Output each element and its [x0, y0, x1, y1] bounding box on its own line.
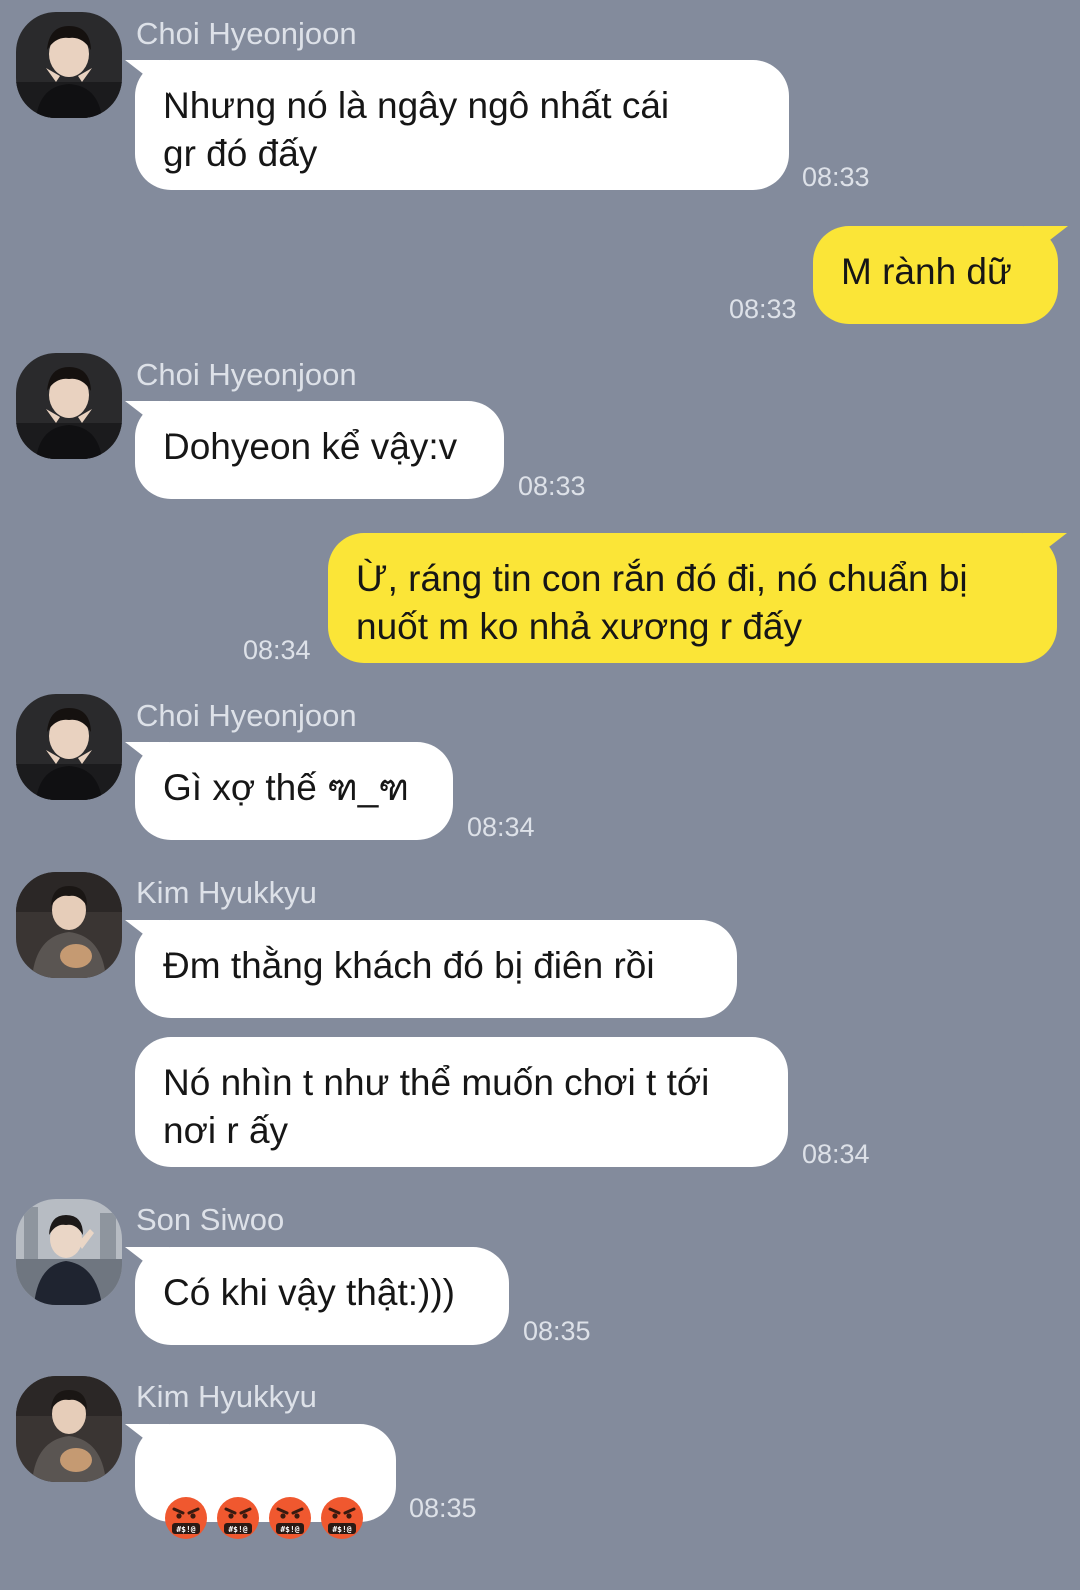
avatar-image [16, 872, 122, 978]
sender-name: Kim Hyukkyu [136, 1379, 317, 1414]
avatar-kim-hyukkyu[interactable] [16, 1376, 122, 1482]
message-bubble-emoji[interactable]: #$!@ #$!@ #$!@ #$!@ [135, 1424, 396, 1539]
svg-text:#$!@: #$!@ [332, 1525, 351, 1534]
avatar-image [16, 1199, 122, 1305]
face-with-symbols-on-mouth-icon: #$!@ [217, 1497, 259, 1539]
sender-name: Choi Hyeonjoon [136, 357, 357, 392]
avatar-choi-hyeonjoon[interactable] [16, 353, 122, 459]
message-bubble[interactable]: Nhưng nó là ngây ngô nhất cái gr đó đấy [135, 60, 789, 190]
message-time: 08:33 [518, 471, 586, 501]
avatar-choi-hyeonjoon[interactable] [16, 694, 122, 800]
svg-text:#$!@: #$!@ [280, 1525, 299, 1534]
message-time: 08:33 [802, 162, 870, 192]
face-with-symbols-on-mouth-icon: #$!@ [321, 1497, 363, 1539]
message-bubble[interactable]: Nó nhìn t như thể muốn chơi t tới nơi r … [135, 1037, 788, 1167]
avatar-image [16, 353, 122, 459]
message-bubble-mine[interactable]: Ừ, ráng tin con rắn đó đi, nó chuẩn bị n… [328, 533, 1057, 663]
message-time: 08:35 [523, 1316, 591, 1346]
sender-name: Choi Hyeonjoon [136, 16, 357, 51]
sender-name: Kim Hyukkyu [136, 875, 317, 910]
message-time: 08:35 [409, 1493, 477, 1523]
message-time: 08:33 [729, 294, 797, 324]
svg-text:#$!@: #$!@ [176, 1525, 195, 1534]
message-bubble[interactable]: Đm thằng khách đó bị điên rồi [135, 920, 737, 1018]
sender-name: Choi Hyeonjoon [136, 698, 357, 733]
svg-text:#$!@: #$!@ [228, 1525, 247, 1534]
emoji-row: #$!@ #$!@ #$!@ #$!@ [163, 1494, 368, 1542]
avatar-choi-hyeonjoon[interactable] [16, 12, 122, 118]
message-time: 08:34 [243, 635, 311, 665]
avatar-image [16, 694, 122, 800]
message-bubble-mine[interactable]: M rành dữ [813, 226, 1058, 324]
message-time: 08:34 [467, 812, 535, 842]
message-bubble[interactable]: Có khi vậy thật:))) [135, 1247, 509, 1345]
face-with-symbols-on-mouth-icon: #$!@ [165, 1497, 207, 1539]
face-with-symbols-on-mouth-icon: #$!@ [269, 1497, 311, 1539]
message-bubble[interactable]: Gì xợ thế ฑ_ฑ [135, 742, 453, 840]
avatar-image [16, 12, 122, 118]
message-time: 08:34 [802, 1139, 870, 1169]
message-bubble[interactable]: Dohyeon kể vậy:v [135, 401, 504, 499]
avatar-son-siwoo[interactable] [16, 1199, 122, 1305]
avatar-image [16, 1376, 122, 1482]
sender-name: Son Siwoo [136, 1202, 285, 1237]
avatar-kim-hyukkyu[interactable] [16, 872, 122, 978]
